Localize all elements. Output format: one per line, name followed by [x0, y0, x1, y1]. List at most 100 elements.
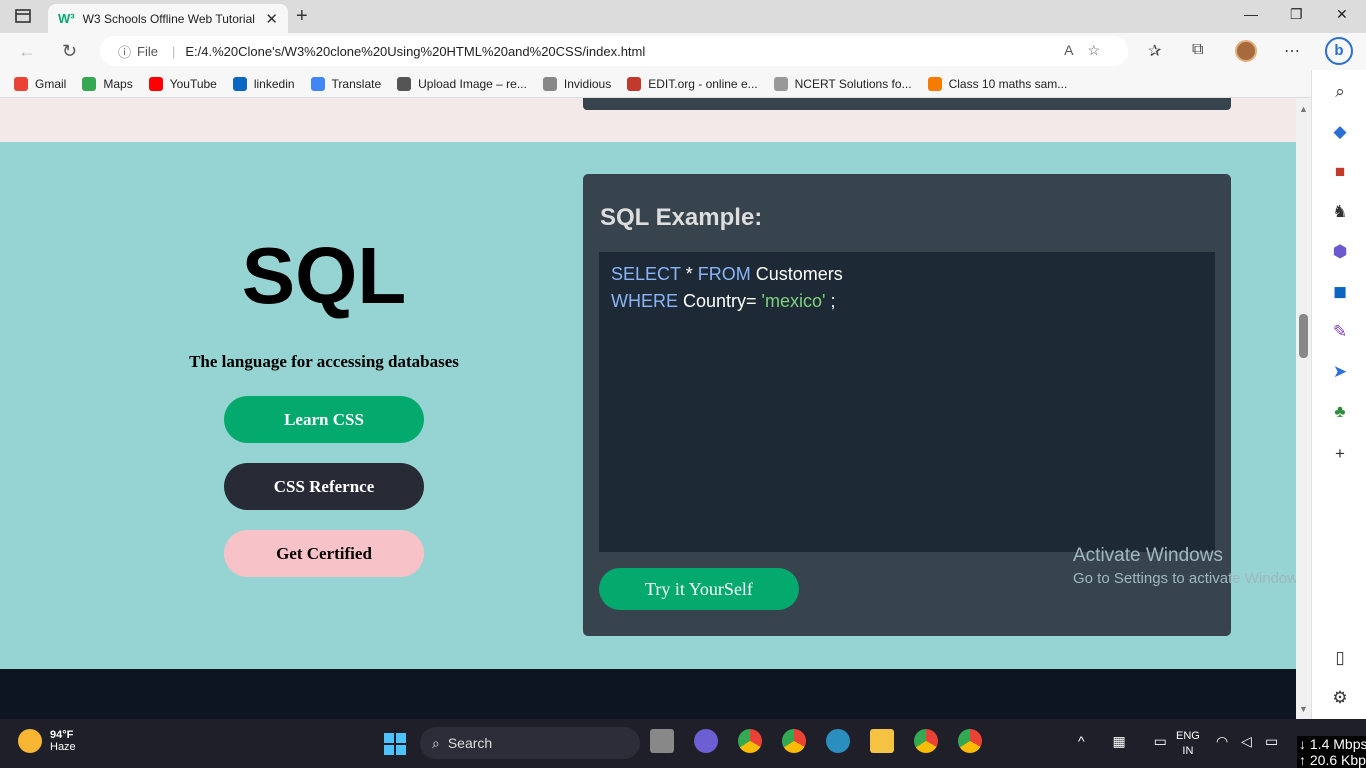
vertical-scrollbar[interactable]: ▲ ▼ — [1296, 98, 1311, 719]
address-bar[interactable]: ⓘ File | E:/4.%20Clone's/W3%20clone%20Us… — [100, 36, 1128, 66]
chrome-icon[interactable] — [958, 729, 982, 753]
tree-icon[interactable]: ♣ — [1330, 402, 1350, 422]
shopping-icon[interactable]: ◆ — [1330, 122, 1350, 142]
scroll-up-icon[interactable]: ▲ — [1299, 104, 1308, 114]
file-explorer-icon[interactable] — [870, 729, 894, 753]
volume-icon[interactable]: ◁ — [1241, 733, 1252, 750]
keyword-where: WHERE — [611, 291, 678, 311]
code-box: SELECT * FROM Customers WHERE Country= '… — [599, 252, 1215, 552]
search-icon: ⌕ — [432, 734, 440, 751]
new-tab-icon[interactable]: + — [296, 5, 308, 28]
info-icon[interactable]: ⓘ — [118, 42, 131, 61]
bing-copilot-icon[interactable]: b — [1325, 37, 1353, 65]
chat-icon[interactable] — [694, 729, 718, 753]
outlook-icon[interactable]: ◼ — [1330, 282, 1350, 302]
divider: | — [171, 43, 176, 59]
page-viewport: SQL The language for accessing databases… — [0, 98, 1296, 719]
edit-org-icon — [627, 76, 642, 91]
bookmark-blogger[interactable]: Class 10 maths sam... — [927, 76, 1067, 91]
temperature: 94°F — [50, 729, 74, 741]
address-toolbar: ← ↻ ⓘ File | E:/4.%20Clone's/W3%20clone%… — [0, 33, 1366, 70]
read-aloud-icon[interactable]: A — [1064, 42, 1087, 58]
collections-icon[interactable]: ⧉ — [1192, 41, 1203, 59]
bookmark-youtube[interactable]: YouTube — [148, 76, 217, 91]
back-icon[interactable]: ← — [18, 41, 36, 62]
bookmark-invidious[interactable]: Invidious — [542, 76, 611, 91]
file-scheme-label: File — [137, 43, 158, 59]
profile-avatar[interactable] — [1235, 40, 1257, 62]
add-sidebar-app-icon[interactable]: + — [1330, 444, 1350, 464]
bookmark-gmail[interactable]: Gmail — [14, 76, 67, 91]
bookmark-edit-org[interactable]: EDIT.org - online e... — [627, 76, 758, 91]
bookmark-linkedin[interactable]: linkedin — [232, 76, 295, 91]
bookmark-translate[interactable]: Translate — [310, 76, 382, 91]
microsoft365-icon[interactable]: ⬢ — [1330, 242, 1350, 262]
games-icon[interactable]: ♞ — [1330, 202, 1350, 222]
url-text[interactable]: E:/4.%20Clone's/W3%20clone%20Using%20HTM… — [185, 44, 645, 59]
bookmark-label: NCERT Solutions fo... — [794, 76, 912, 91]
favorites-icon[interactable]: ✰ — [1148, 41, 1161, 61]
bookmark-maps[interactable]: Maps — [82, 76, 133, 91]
more-options-icon[interactable]: ⋯ — [1284, 41, 1300, 61]
sidebar-settings-icon[interactable]: ⚙ — [1330, 688, 1350, 708]
bookmark-label: Translate — [331, 76, 382, 91]
weather-widget[interactable]: 94°F Haze — [18, 729, 76, 753]
minimize-icon[interactable]: — — [1244, 6, 1258, 22]
watermark-subtitle: Go to Settings to activate Windows. — [1073, 570, 1310, 587]
maps-icon — [82, 76, 97, 91]
learn-css-button[interactable]: Learn CSS — [224, 396, 424, 443]
keyword-from: FROM — [697, 264, 751, 284]
restore-icon[interactable]: ❐ — [1290, 6, 1303, 23]
start-button-icon[interactable] — [384, 733, 406, 755]
bookmark-label: YouTube — [169, 76, 217, 91]
favorite-star-icon[interactable]: ☆ — [1087, 42, 1114, 58]
code-text: Customers — [750, 264, 843, 284]
bookmark-label: linkedin — [253, 76, 295, 91]
invidious-icon — [542, 76, 557, 91]
language-indicator[interactable]: ENG IN — [1176, 729, 1200, 759]
battery-icon[interactable]: ▭ — [1265, 733, 1278, 750]
send-icon[interactable]: ➤ — [1330, 362, 1350, 382]
upload-icon — [397, 76, 412, 91]
active-tab[interactable]: W³ W3 Schools Offline Web Tutorial ✕ — [48, 4, 288, 33]
system-tray-icons[interactable]: ^ ▦ ▭ — [1078, 733, 1179, 750]
bookmark-upload[interactable]: Upload Image – re... — [397, 76, 527, 91]
activate-windows-watermark: Activate Windows Go to Settings to activ… — [1073, 545, 1310, 590]
get-certified-button[interactable]: Get Certified — [224, 530, 424, 577]
blogger-icon — [927, 76, 942, 91]
try-it-yourself-button[interactable]: Try it YourSelf — [599, 568, 799, 610]
scroll-thumb[interactable] — [1299, 314, 1308, 358]
css-reference-button[interactable]: CSS Refernce — [224, 463, 424, 510]
close-tab-icon[interactable]: ✕ — [265, 10, 278, 28]
weather-condition: Haze — [50, 741, 76, 753]
code-line-1: SELECT * FROM Customers — [611, 261, 1203, 288]
wifi-icon[interactable]: ◠ — [1216, 733, 1228, 750]
youtube-icon — [148, 76, 163, 91]
bookmark-label: Gmail — [35, 76, 67, 91]
edge-icon[interactable] — [826, 729, 850, 753]
designer-icon[interactable]: ✎ — [1330, 322, 1350, 342]
lang-top: ENG — [1176, 730, 1200, 742]
bookmark-page[interactable]: NCERT Solutions fo... — [773, 76, 912, 91]
tools-icon[interactable]: ■ — [1330, 162, 1350, 182]
hide-sidebar-icon[interactable]: ▯ — [1330, 648, 1350, 668]
linkedin-icon — [232, 76, 247, 91]
taskbar-search-label: Search — [447, 735, 493, 751]
refresh-icon[interactable]: ↻ — [62, 41, 77, 62]
lang-bottom: IN — [1182, 745, 1194, 757]
scroll-down-icon[interactable]: ▼ — [1299, 704, 1308, 714]
tab-actions-icon[interactable] — [14, 7, 32, 25]
keyword-select: SELECT — [611, 264, 681, 284]
chrome-profile-icon[interactable] — [782, 729, 806, 753]
chrome-icon[interactable] — [738, 729, 762, 753]
close-window-icon[interactable]: ✕ — [1336, 6, 1348, 23]
sql-example-heading: SQL Example: — [600, 204, 763, 231]
search-icon[interactable]: ⌕ — [1330, 82, 1350, 102]
previous-code-panel — [583, 98, 1231, 110]
task-view-icon[interactable] — [650, 729, 674, 753]
chrome-icon[interactable] — [914, 729, 938, 753]
bookmark-label: Upload Image – re... — [418, 76, 527, 91]
page-icon — [773, 76, 788, 91]
taskbar-search[interactable]: ⌕ Search — [420, 727, 640, 759]
watermark-title: Activate Windows — [1073, 545, 1223, 566]
